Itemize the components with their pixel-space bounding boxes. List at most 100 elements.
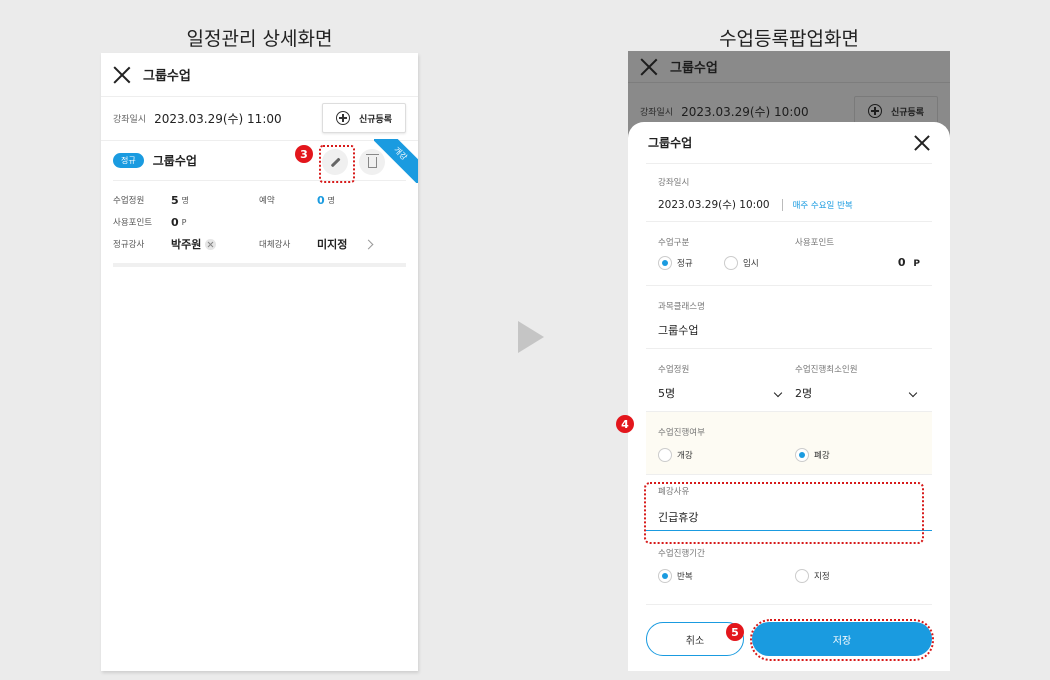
date-label: 강좌일시	[113, 115, 147, 125]
edit-highlight	[319, 145, 355, 183]
instructor-cell: 정규강사 박주원	[113, 236, 259, 252]
instructor-value: 박주원	[171, 238, 202, 251]
step-3-badge: 3	[295, 145, 313, 163]
remove-instructor-icon[interactable]	[205, 238, 217, 250]
radio-checked-icon	[658, 569, 672, 583]
points-value: 0	[171, 215, 179, 229]
chevron-right-icon	[363, 239, 374, 249]
capacity-label: 수업정원	[113, 196, 145, 206]
info-row-capacity: 수업정원 5 명 예약 0 명	[113, 189, 406, 211]
right-caption: 수업등록팝업화면	[719, 28, 859, 50]
radio-checked-icon	[795, 448, 809, 462]
points-cell: 사용포인트 0 P	[113, 216, 259, 229]
period-repeat-label: 반복	[677, 572, 693, 582]
bg-date-label: 강좌일시	[640, 107, 674, 118]
capacity-cell: 수업정원 5 명	[113, 194, 259, 207]
class-card: 정규 그룹수업 3 개강 수업정원 5 명 예약 0 명 사용포인트 0 P 정…	[101, 139, 418, 267]
points-value-wrap[interactable]: 0 P	[898, 256, 920, 269]
status-open-radio[interactable]: 개강	[658, 448, 795, 462]
bg-plus-circle-icon	[867, 104, 882, 118]
info-row-instructor: 정규강사 박주원 대체강사 미지정	[113, 233, 406, 255]
class-info: 수업정원 5 명 예약 0 명 사용포인트 0 P 정규강사 박주원 대체강사 …	[113, 181, 406, 267]
radio-checked-icon	[658, 256, 672, 270]
bg-close-icon	[640, 58, 658, 76]
modal-date-label: 강좌일시	[658, 178, 690, 188]
new-register-button[interactable]: 신규등록	[322, 103, 406, 133]
min-select[interactable]: 2명	[795, 385, 920, 401]
modal-date-value: 2023.03.29(수) 10:00	[658, 199, 770, 211]
points-label: 사용포인트	[113, 218, 153, 228]
points-unit: P	[181, 217, 187, 227]
type-labels: 수업구분 사용포인트	[658, 236, 920, 248]
register-modal: 그룹수업 강좌일시 2023.03.29(수) 10:00 매주 수요일 반복 …	[628, 122, 950, 671]
class-register-popup-screen: 그룹수업 강좌일시 2023.03.29(수) 10:00 신규등록 그룹수업 …	[628, 51, 950, 671]
capacity-value: 5	[171, 193, 179, 207]
modal-date-line: 2023.03.29(수) 10:00 매주 수요일 반복	[658, 197, 920, 212]
type-regular-radio[interactable]: 정규	[658, 256, 724, 270]
date-row: 강좌일시 2023.03.29(수) 11:00 신규등록	[101, 97, 418, 141]
page-title: 그룹수업	[143, 69, 191, 84]
type-temp-radio[interactable]: 임시	[724, 256, 759, 270]
capacity-labels: 수업정원 수업진행최소인원	[658, 363, 920, 375]
regular-badge: 정규	[113, 153, 144, 168]
new-register-label: 신규등록	[358, 114, 393, 125]
bg-header: 그룹수업	[628, 51, 950, 83]
radio-unchecked-icon	[658, 448, 672, 462]
type-regular-label: 정규	[677, 259, 693, 269]
reservation-cell: 예약 0 명	[259, 194, 405, 207]
status-highlight	[644, 482, 924, 544]
status-closed-label: 폐강	[814, 451, 830, 461]
capacity-unit: 명	[181, 195, 190, 205]
bg-new-register-label: 신규등록	[890, 107, 925, 118]
close-icon[interactable]	[113, 66, 131, 84]
bg-date-value: 2023.03.29(수) 10:00	[681, 104, 809, 119]
min-value: 2명	[795, 387, 813, 400]
period-fixed-label: 지정	[814, 572, 830, 582]
plus-circle-icon	[335, 111, 350, 125]
class-name: 그룹수업	[152, 154, 197, 168]
points-label: 사용포인트	[795, 238, 835, 248]
status-section: 수업진행여부 개강 폐강	[646, 412, 932, 475]
substitute-value: 미지정	[317, 238, 348, 251]
status-options: 개강 폐강	[658, 448, 920, 462]
status-label: 수업진행여부	[658, 428, 705, 438]
modal-close-icon[interactable]	[914, 135, 930, 151]
radio-unchecked-icon	[724, 256, 738, 270]
period-options: 반복 지정	[658, 569, 920, 583]
points-value: 0	[897, 256, 906, 269]
capacity-label: 수업정원	[658, 365, 690, 375]
status-closed-radio[interactable]: 폐강	[795, 448, 830, 462]
schedule-detail-screen: 그룹수업 강좌일시 2023.03.29(수) 11:00 신규등록 정규 그룹…	[101, 53, 418, 671]
reservation-label: 예약	[259, 196, 275, 206]
type-section: 수업구분 사용포인트 정규 임시 0 P	[646, 222, 932, 286]
repeat-link[interactable]: 매주 수요일 반복	[781, 198, 853, 211]
status-open-label: 개강	[677, 451, 693, 461]
type-options: 정규 임시 0 P	[658, 256, 920, 270]
type-label: 수업구분	[658, 238, 690, 248]
type-temp-label: 임시	[743, 259, 759, 269]
modal-title: 그룹수업	[648, 136, 693, 150]
period-fixed-radio[interactable]: 지정	[795, 569, 830, 583]
radio-unchecked-icon	[795, 569, 809, 583]
ribbon-label: 개강	[374, 139, 418, 183]
capacity-section: 수업정원 수업진행최소인원 5명 2명	[646, 349, 932, 412]
chevron-down-icon	[773, 388, 783, 398]
date-value: 2023.03.29(수) 11:00	[154, 112, 282, 126]
step-4-badge: 4	[616, 415, 634, 433]
left-caption: 일정관리 상세화면	[186, 28, 333, 50]
detail-header: 그룹수업	[101, 53, 418, 97]
subject-input[interactable]: 그룹수업	[658, 322, 920, 338]
points-unit: P	[913, 259, 920, 269]
save-highlight	[750, 619, 934, 661]
info-row-points: 사용포인트 0 P	[113, 211, 406, 233]
chevron-down-icon	[908, 388, 918, 398]
capacity-select[interactable]: 5명	[658, 385, 795, 401]
subject-section: 과목클래스명 그룹수업	[646, 286, 932, 349]
period-label: 수업진행기간	[658, 549, 705, 559]
bg-title: 그룹수업	[670, 61, 718, 76]
date-section: 강좌일시 2023.03.29(수) 10:00 매주 수요일 반복	[646, 164, 932, 222]
reservation-value: 0	[317, 193, 325, 207]
substitute-cell[interactable]: 대체강사 미지정	[259, 236, 405, 252]
capacity-selects: 5명 2명	[658, 385, 920, 401]
period-repeat-radio[interactable]: 반복	[658, 569, 795, 583]
